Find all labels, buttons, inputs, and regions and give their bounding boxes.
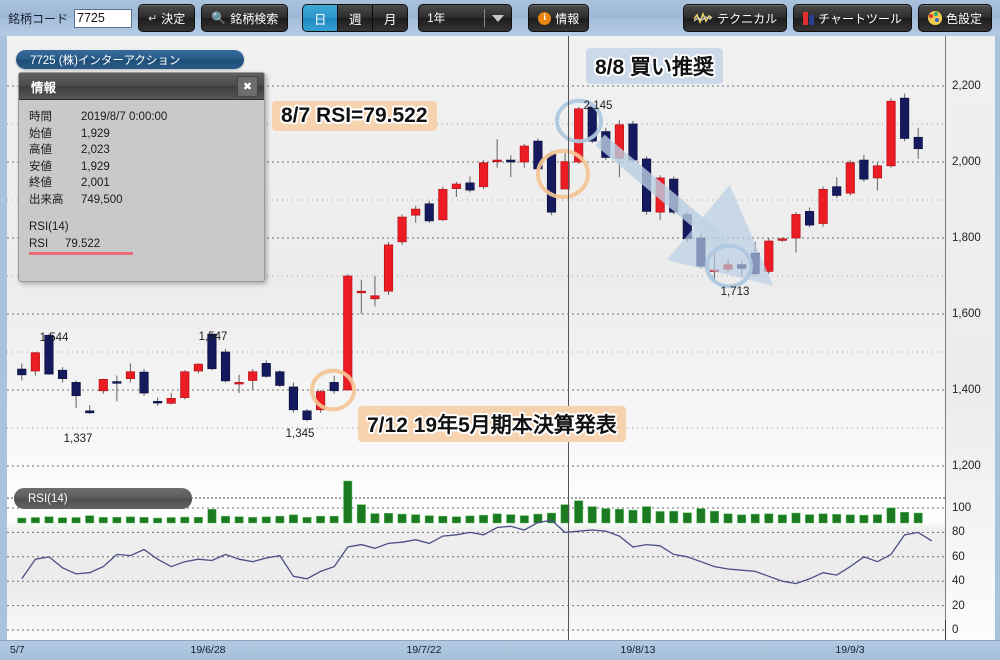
info-row-close: 終値 2,001	[29, 175, 264, 192]
rsi-indicator-pill: RSI(14)	[14, 488, 192, 509]
info-indicator-name: RSI(14)	[29, 221, 69, 233]
toolbar: 銘柄コード ↵ 決定 🔍 銘柄検索 日 週 月 1年 i 情報	[0, 0, 1000, 37]
info-indicator-value: 79.522	[65, 238, 101, 250]
date-axis-label: 19/7/22	[406, 644, 442, 656]
decide-label: 決定	[161, 11, 186, 26]
price-axis-label: 2,000	[952, 156, 981, 168]
stock-title-pill: 7725 (株)インターアクション	[16, 50, 244, 69]
date-axis-tick	[945, 620, 946, 640]
stock-search-label: 銘柄検索	[230, 11, 279, 26]
annotation-buy-text: 8/8 買い推奨	[595, 56, 715, 79]
annotation-earnings-text: 7/12 19年5月期本決算発表	[367, 414, 617, 437]
chart-right-rail	[995, 36, 1000, 640]
info-button-label: 情報	[555, 11, 580, 26]
annotation-buy-callout: 8/8 買い推奨	[586, 48, 724, 84]
info-panel-body: 時間 2019/8/7 0:00:00 始値 1,929 高値 2,023 安値 1,9…	[19, 100, 264, 255]
price-axis-label: 2,200	[952, 80, 981, 92]
close-icon[interactable]: ✖	[237, 75, 258, 97]
info-key-time: 時間	[29, 111, 52, 123]
info-indicator-underline	[29, 252, 133, 255]
palette-icon	[927, 11, 942, 25]
technical-button[interactable]: テクニカル	[683, 4, 788, 32]
technical-label: テクニカル	[717, 11, 778, 26]
chart-tool-label: チャートツール	[818, 11, 902, 26]
crosshair-vertical-line	[568, 36, 569, 640]
rsi-axis-label: 60	[952, 550, 965, 563]
price-axis: 2,200 2,000 1,800 1,600 1,400 1,200 100 80 60 40 2…	[945, 36, 1000, 640]
candle-value-label: 1,337	[63, 433, 93, 445]
info-key-volume: 出来高	[29, 193, 64, 206]
date-axis-label: 19/9/3	[835, 644, 865, 656]
chart-left-rail	[0, 36, 7, 640]
stock-chart-app: 銘柄コード ↵ 決定 🔍 銘柄検索 日 週 月 1年 i 情報	[0, 0, 1000, 660]
info-val-time: 2019/8/7 0:00:00	[81, 111, 168, 123]
info-indicator-key: RSI	[29, 238, 49, 250]
period-month[interactable]: 月	[373, 5, 408, 31]
period-day[interactable]: 日	[303, 5, 339, 31]
annotation-rsi-callout: 8/7 RSI=79.522	[272, 101, 437, 131]
info-key-low: 安値	[29, 160, 52, 173]
info-circle-icon: i	[538, 11, 552, 25]
color-settings-label: 色設定	[945, 11, 982, 26]
price-axis-label: 1,400	[952, 384, 981, 396]
price-axis-label: 1,200	[952, 460, 981, 472]
rsi-axis-label: 100	[952, 502, 972, 514]
info-button[interactable]: i 情報	[528, 4, 590, 32]
rsi-axis-label: 0	[952, 624, 959, 636]
chart-tool-button[interactable]: チャートツール	[793, 4, 912, 32]
annotation-rsi-text: 8/7 RSI=79.522	[281, 104, 428, 127]
info-indicator-row: RSI 79.522	[29, 236, 133, 255]
stock-code-label: 銘柄コード	[8, 11, 69, 26]
candle-value-label: 1,547	[198, 331, 228, 343]
info-val-close: 2,001	[81, 177, 110, 189]
range-value: 1年	[427, 13, 446, 25]
candle-value-label: 1,544	[39, 332, 69, 344]
candle-value-label: 2,145	[583, 100, 613, 112]
period-segmented-control[interactable]: 日 週 月	[302, 4, 409, 32]
info-row-high: 高値 2,023	[29, 142, 264, 159]
wave-line-icon	[693, 12, 713, 24]
color-settings-button[interactable]: 色設定	[917, 4, 992, 32]
info-val-low: 1,929	[81, 160, 110, 173]
price-axis-label: 1,600	[952, 308, 981, 320]
rsi-axis-label: 40	[952, 575, 965, 588]
info-panel-title: 情報	[31, 80, 57, 95]
info-panel[interactable]: 情報 ✖ 時間 2019/8/7 0:00:00 始値 1,929 高値 2,023 …	[18, 72, 265, 282]
enter-arrow-icon: ↵	[148, 12, 158, 25]
info-row-open: 始値 1,929	[29, 126, 264, 143]
stock-code-input[interactable]	[74, 8, 133, 28]
date-axis-label: 19/8/13	[620, 644, 656, 656]
info-row-time: 時間 2019/8/7 0:00:00	[29, 109, 264, 126]
info-val-open: 1,929	[81, 127, 110, 140]
info-panel-header: 情報 ✖	[19, 73, 264, 100]
date-axis-label: 19/6/28	[190, 644, 226, 656]
period-week[interactable]: 週	[338, 5, 374, 31]
annotation-earnings-callout: 7/12 19年5月期本決算発表	[358, 406, 626, 442]
rsi-axis-label: 20	[952, 599, 965, 612]
info-val-volume: 749,500	[81, 193, 123, 206]
price-axis-label: 1,800	[952, 232, 981, 244]
info-row-low: 安値 1,929	[29, 159, 264, 176]
info-key-open: 始値	[29, 127, 52, 140]
decide-button[interactable]: ↵ 決定	[138, 4, 196, 32]
candlestick-icon	[803, 11, 815, 25]
magnifier-icon: 🔍	[211, 11, 227, 25]
rsi-axis-label: 80	[952, 526, 965, 539]
date-axis: 5/7 19/6/28 19/7/22 19/8/13 19/9/3	[0, 640, 1000, 660]
date-axis-label: 5/7	[10, 644, 25, 656]
info-val-high: 2,023	[81, 144, 110, 156]
candle-value-label: 1,345	[285, 428, 315, 440]
chevron-down-icon[interactable]	[485, 14, 511, 22]
info-key-high: 高値	[29, 144, 52, 156]
info-row-volume: 出来高 749,500	[29, 192, 264, 209]
rsi-indicator-label: RSI(14)	[28, 492, 68, 505]
candle-value-label: 1,713	[720, 286, 750, 298]
stock-search-button[interactable]: 🔍 銘柄検索	[201, 4, 289, 32]
stock-title-label: 7725 (株)インターアクション	[30, 54, 181, 67]
range-select[interactable]: 1年	[418, 4, 513, 32]
info-key-close: 終値	[29, 177, 52, 189]
